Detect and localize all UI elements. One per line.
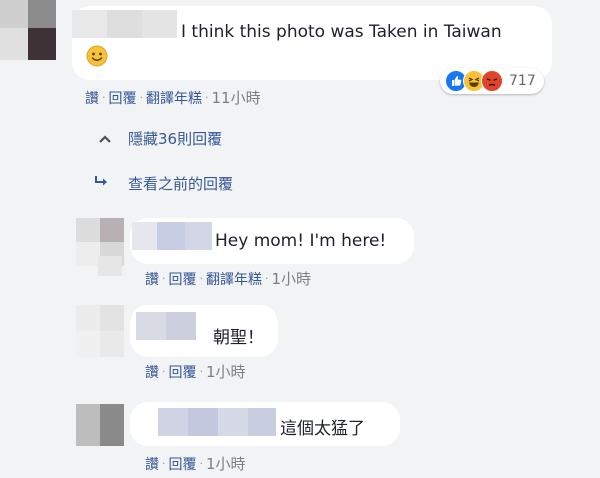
like-link[interactable]: 讚 (85, 88, 99, 108)
timestamp[interactable]: 1小時 (272, 268, 312, 289)
timestamp[interactable]: 1小時 (206, 453, 246, 474)
avatar[interactable] (76, 305, 124, 357)
commenter-name[interactable] (136, 312, 196, 340)
like-link[interactable]: 讚 (145, 362, 159, 382)
separator: · (162, 457, 166, 470)
reply-link[interactable]: 回覆 (109, 88, 137, 108)
comment-actions: 讚 · 回覆 · 翻譯年糕 · 1小時 (145, 268, 311, 289)
separator: · (139, 91, 144, 104)
translate-link[interactable]: 翻譯年糕 (206, 269, 262, 289)
emoji-smile-icon (86, 45, 108, 67)
avatar-blur-block (98, 256, 122, 276)
separator: · (199, 457, 204, 470)
timestamp[interactable]: 11小時 (212, 87, 261, 108)
reply-link[interactable]: 回覆 (169, 269, 197, 289)
separator: · (199, 365, 204, 378)
view-previous-label: 查看之前的回覆 (128, 175, 234, 193)
reply-link[interactable]: 回覆 (169, 454, 197, 474)
separator: · (162, 272, 166, 285)
separator: · (205, 91, 209, 104)
comment-actions: 讚 · 回覆 · 1小時 (145, 453, 246, 474)
hide-replies-label: 隱藏36則回覆 (128, 130, 223, 148)
translate-link[interactable]: 翻譯年糕 (146, 88, 202, 108)
timestamp[interactable]: 1小時 (206, 361, 246, 382)
reply-arrow-icon (94, 175, 114, 193)
like-link[interactable]: 讚 (145, 454, 159, 474)
separator: · (162, 365, 166, 378)
separator: · (102, 91, 106, 104)
commenter-name[interactable] (132, 222, 212, 250)
commenter-name[interactable] (72, 10, 177, 38)
comment-text: 這個太猛了 (280, 419, 365, 439)
reaction-count: 717 (509, 73, 536, 89)
hide-replies-link[interactable]: 隱藏36則回覆 (98, 128, 222, 149)
view-previous-replies-link[interactable]: 查看之前的回覆 (94, 173, 233, 194)
comment-text: I think this photo was Taken in Taiwan (181, 22, 502, 42)
avatar[interactable] (76, 404, 124, 446)
angry-reaction-icon (481, 70, 503, 92)
avatar[interactable] (0, 0, 56, 60)
like-link[interactable]: 讚 (145, 269, 159, 289)
comment-actions: 讚 · 回覆 · 1小時 (145, 361, 246, 382)
reply-link[interactable]: 回覆 (169, 362, 197, 382)
comment-actions: 讚 · 回覆 · 翻譯年糕 · 11小時 (85, 87, 261, 108)
commenter-name[interactable] (158, 408, 276, 436)
chevron-up-icon (98, 130, 116, 148)
separator: · (265, 272, 269, 285)
comment-text: Hey mom! I'm here! (215, 231, 387, 251)
comment-text: 朝聖！ (213, 328, 264, 348)
reaction-summary[interactable]: 717 (440, 68, 544, 94)
separator: · (199, 272, 204, 285)
